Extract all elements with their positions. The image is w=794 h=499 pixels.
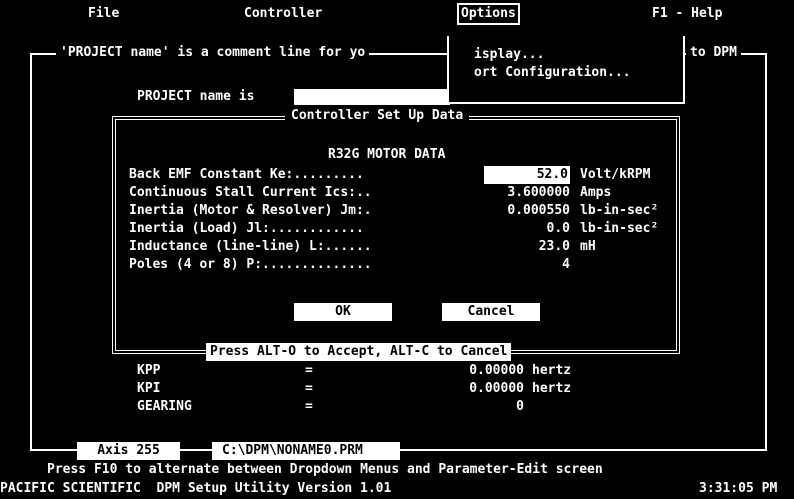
- ok-button[interactable]: OK: [294, 303, 392, 321]
- row-label-ics: Continuous Stall Current Ics:..: [129, 185, 372, 200]
- row-unit-ics: Amps: [580, 185, 612, 200]
- status-clock: 3:31:05 PM: [699, 481, 778, 496]
- jm-input[interactable]: 0.000550: [452, 202, 570, 220]
- menu-options[interactable]: Options: [457, 3, 520, 25]
- project-note: 'PROJECT name' is a comment line for yo: [56, 44, 370, 62]
- row-unit-jl: lb-in-sec²: [580, 221, 659, 236]
- help-line: Press F10 to alternate between Dropdown …: [47, 462, 603, 477]
- ics-input[interactable]: 3.600000: [452, 184, 570, 202]
- cancel-button[interactable]: Cancel: [442, 303, 540, 321]
- poles-input[interactable]: 4: [452, 256, 570, 274]
- motor-data-heading: R32G MOTOR DATA: [328, 147, 446, 162]
- row-label-ke: Back EMF Constant Ke:.........: [129, 167, 364, 182]
- menu-item-port-configuration[interactable]: ort Configuration...: [474, 64, 631, 82]
- row-label-jl: Inertia (Load) Jl:............: [129, 221, 364, 236]
- param-value-gearing[interactable]: 0: [420, 398, 524, 416]
- dialog-title: Controller Set Up Data: [285, 107, 470, 125]
- project-name-input[interactable]: [294, 89, 450, 105]
- param-unit-kpi: hertz: [532, 381, 572, 396]
- accept-cancel-hint: Press ALT-O to Accept, ALT-C to Cancel: [206, 343, 512, 361]
- project-note-tail: to DPM: [686, 44, 741, 62]
- axis-tab[interactable]: Axis 255: [77, 442, 180, 460]
- param-value-kpp[interactable]: 0.00000: [420, 362, 524, 380]
- ke-input[interactable]: 52.0: [484, 166, 570, 184]
- project-name-label: PROJECT name is: [137, 89, 255, 104]
- l-input[interactable]: 23.0: [452, 238, 570, 256]
- row-unit-jm: lb-in-sec²: [580, 203, 659, 218]
- param-eq-kpi: =: [305, 381, 313, 396]
- param-eq-kpp: =: [305, 363, 313, 378]
- param-name-gearing: GEARING: [137, 399, 192, 414]
- file-path-tab[interactable]: C:\DPM\NONAME0.PRM: [212, 442, 400, 460]
- menu-file[interactable]: File: [88, 5, 119, 23]
- menu-controller[interactable]: Controller: [244, 5, 322, 23]
- row-label-l: Inductance (line-line) L:......: [129, 239, 372, 254]
- row-label-jm: Inertia (Motor & Resolver) Jm:.: [129, 203, 372, 218]
- param-value-kpi[interactable]: 0.00000: [420, 380, 524, 398]
- row-unit-l: mH: [580, 239, 596, 254]
- status-line: PACIFIC SCIENTIFIC DPM Setup Utility Ver…: [0, 481, 392, 496]
- options-dropdown: isplay... ort Configuration...: [447, 36, 685, 104]
- menu-bar: File Controller Options F1 - Help: [0, 0, 794, 28]
- param-unit-kpp: hertz: [532, 363, 572, 378]
- row-label-poles: Poles (4 or 8) P:..............: [129, 257, 372, 272]
- menu-help[interactable]: F1 - Help: [652, 5, 722, 23]
- jl-input[interactable]: 0.0: [452, 220, 570, 238]
- row-unit-ke: Volt/kRPM: [580, 167, 651, 182]
- param-name-kpi: KPI: [137, 381, 161, 396]
- param-eq-gearing: =: [305, 399, 313, 414]
- param-name-kpp: KPP: [137, 363, 161, 378]
- menu-item-display[interactable]: isplay...: [474, 46, 544, 64]
